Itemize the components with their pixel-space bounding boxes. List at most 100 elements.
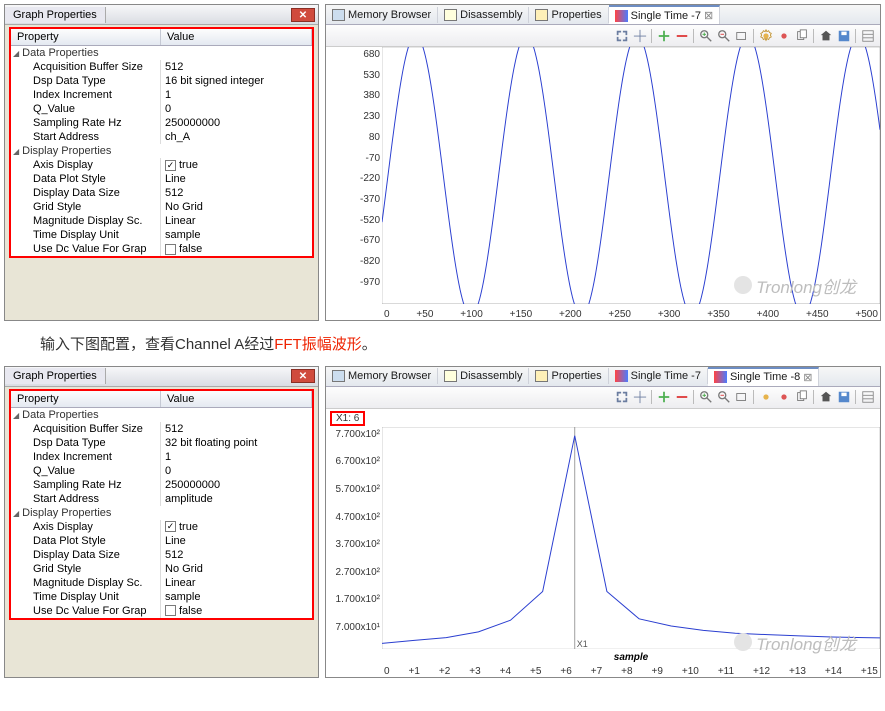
property-value[interactable]: ✓true [161, 520, 312, 534]
property-row[interactable]: Grid StyleNo Grid [11, 200, 312, 214]
property-row[interactable]: Dsp Data Type16 bit signed integer [11, 74, 312, 88]
zoom-box-icon[interactable] [733, 27, 750, 44]
property-row[interactable]: Start Addressamplitude [11, 492, 312, 506]
home-icon[interactable] [817, 27, 834, 44]
reset-icon[interactable] [613, 27, 630, 44]
copy-icon[interactable] [793, 389, 810, 406]
save-icon[interactable] [835, 389, 852, 406]
property-value[interactable]: 250000000 [161, 478, 312, 492]
tab-item[interactable]: Memory Browser [326, 7, 438, 23]
gear-icon[interactable] [757, 27, 774, 44]
property-value[interactable]: 1 [161, 450, 312, 464]
props-icon[interactable] [859, 27, 876, 44]
property-row[interactable]: Magnitude Display Sc.Linear [11, 576, 312, 590]
property-value[interactable]: 1 [161, 88, 312, 102]
column-value[interactable]: Value [161, 29, 312, 45]
column-value[interactable]: Value [161, 391, 312, 407]
property-row[interactable]: Data Plot StyleLine [11, 534, 312, 548]
property-value[interactable]: 32 bit floating point [161, 436, 312, 450]
home-icon[interactable] [817, 389, 834, 406]
property-row[interactable]: Index Increment1 [11, 450, 312, 464]
remove-marker-icon[interactable] [673, 27, 690, 44]
property-row[interactable]: Dsp Data Type32 bit floating point [11, 436, 312, 450]
property-row[interactable]: Acquisition Buffer Size512 [11, 422, 312, 436]
property-value[interactable]: Line [161, 534, 312, 548]
property-value[interactable]: 512 [161, 186, 312, 200]
zoom-in-icon[interactable] [697, 27, 714, 44]
property-value[interactable]: ✓true [161, 158, 312, 172]
property-row[interactable]: Acquisition Buffer Size512 [11, 60, 312, 74]
zoom-box-icon[interactable] [733, 389, 750, 406]
tab-item[interactable]: Properties [529, 7, 608, 23]
property-value[interactable]: 512 [161, 422, 312, 436]
tab-item[interactable]: Disassembly [438, 368, 529, 384]
gear-icon[interactable] [757, 389, 774, 406]
add-marker-icon[interactable] [655, 27, 672, 44]
category-row[interactable]: Data Properties [11, 408, 312, 422]
property-row[interactable]: Axis Display✓true [11, 520, 312, 534]
tab-item[interactable]: Memory Browser [326, 368, 438, 384]
property-row[interactable]: Display Data Size512 [11, 186, 312, 200]
tab-item[interactable]: Single Time -7⊠ [609, 5, 721, 24]
property-row[interactable]: Axis Display✓true [11, 158, 312, 172]
property-value[interactable]: Linear [161, 214, 312, 228]
property-value[interactable]: amplitude [161, 492, 312, 506]
property-value[interactable]: Line [161, 172, 312, 186]
property-row[interactable]: Data Plot StyleLine [11, 172, 312, 186]
tab-item[interactable]: Disassembly [438, 7, 529, 23]
reset-icon[interactable] [613, 389, 630, 406]
tab-item[interactable]: Properties [529, 368, 608, 384]
category-row[interactable]: Display Properties [11, 506, 312, 520]
property-row[interactable]: Magnitude Display Sc.Linear [11, 214, 312, 228]
column-property[interactable]: Property [11, 29, 161, 45]
close-button[interactable]: ✕ [291, 369, 315, 383]
property-row[interactable]: Start Addressch_A [11, 130, 312, 144]
property-value[interactable]: 512 [161, 60, 312, 74]
property-row[interactable]: Grid StyleNo Grid [11, 562, 312, 576]
property-value[interactable]: No Grid [161, 562, 312, 576]
property-value[interactable]: 250000000 [161, 116, 312, 130]
property-value[interactable]: sample [161, 590, 312, 604]
property-row[interactable]: Q_Value0 [11, 102, 312, 116]
property-value[interactable]: No Grid [161, 200, 312, 214]
copy-icon[interactable] [793, 27, 810, 44]
gear-red-icon[interactable] [775, 27, 792, 44]
property-row[interactable]: Index Increment1 [11, 88, 312, 102]
props-icon[interactable] [859, 389, 876, 406]
property-value[interactable]: 0 [161, 464, 312, 478]
property-row[interactable]: Time Display Unitsample [11, 228, 312, 242]
property-value[interactable]: false [161, 604, 312, 618]
remove-marker-icon[interactable] [673, 389, 690, 406]
property-value[interactable]: 512 [161, 548, 312, 562]
checkbox-icon[interactable] [165, 605, 176, 616]
tab-item[interactable]: Single Time -8⊠ [708, 367, 820, 386]
checkbox-icon[interactable]: ✓ [165, 160, 176, 171]
zoom-out-icon[interactable] [715, 389, 732, 406]
property-row[interactable]: Time Display Unitsample [11, 590, 312, 604]
property-value[interactable]: 16 bit signed integer [161, 74, 312, 88]
category-row[interactable]: Data Properties [11, 46, 312, 60]
zoom-out-icon[interactable] [715, 27, 732, 44]
cursor-icon[interactable] [631, 389, 648, 406]
chart-plot-area[interactable]: X1 sample [382, 427, 880, 649]
property-row[interactable]: Use Dc Value For Grapfalse [11, 604, 312, 618]
property-value[interactable]: 0 [161, 102, 312, 116]
property-value[interactable]: false [161, 242, 312, 256]
property-value[interactable]: sample [161, 228, 312, 242]
property-row[interactable]: Sampling Rate Hz250000000 [11, 116, 312, 130]
save-icon[interactable] [835, 27, 852, 44]
checkbox-icon[interactable]: ✓ [165, 521, 176, 532]
add-marker-icon[interactable] [655, 389, 672, 406]
zoom-in-icon[interactable] [697, 389, 714, 406]
property-row[interactable]: Q_Value0 [11, 464, 312, 478]
cursor-icon[interactable] [631, 27, 648, 44]
column-property[interactable]: Property [11, 391, 161, 407]
category-row[interactable]: Display Properties [11, 144, 312, 158]
close-button[interactable]: ✕ [291, 8, 315, 22]
gear-red-icon[interactable] [775, 389, 792, 406]
property-value[interactable]: Linear [161, 576, 312, 590]
property-row[interactable]: Display Data Size512 [11, 548, 312, 562]
property-row[interactable]: Sampling Rate Hz250000000 [11, 478, 312, 492]
chart-plot-area[interactable] [382, 47, 880, 304]
property-value[interactable]: ch_A [161, 130, 312, 144]
